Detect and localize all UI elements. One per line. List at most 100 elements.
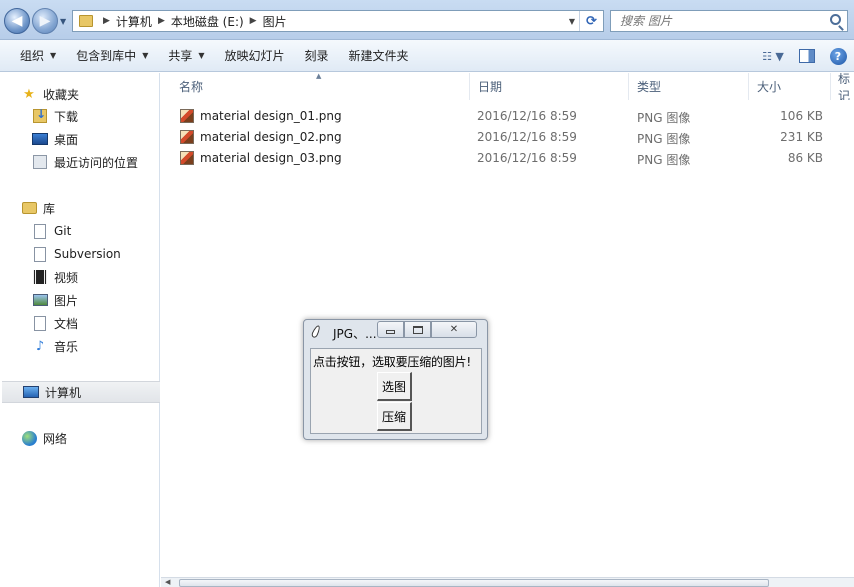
burn-button[interactable]: 刻录: [295, 44, 339, 68]
file-date: 2016/12/16 8:59: [477, 109, 577, 123]
back-button[interactable]: ◀: [4, 8, 30, 34]
chevron-down-icon: ▼: [198, 51, 205, 60]
sidebar-item-desktop[interactable]: 桌面: [0, 128, 160, 150]
search-icon[interactable]: [830, 14, 841, 25]
git-library-icon: [32, 223, 48, 239]
documents-icon: [32, 315, 48, 331]
dialog-titlebar[interactable]: JPG、... ✕: [304, 320, 487, 343]
column-header-tags[interactable]: 标记: [831, 73, 854, 100]
close-button[interactable]: ✕: [431, 321, 477, 338]
new-folder-button[interactable]: 新建文件夹: [339, 44, 419, 68]
organize-button[interactable]: 组织 ▼: [10, 44, 66, 68]
library-icon: [21, 200, 37, 216]
search-input[interactable]: [620, 14, 820, 28]
sidebar-item-computer[interactable]: 计算机: [2, 381, 160, 403]
file-row[interactable]: material design_01.png 2016/12/16 8:59 P…: [161, 106, 854, 127]
sidebar-label: 图片: [54, 293, 79, 308]
sidebar-label: 库: [43, 201, 56, 216]
column-label: 名称: [179, 80, 204, 94]
sidebar-item-downloads[interactable]: 下载: [0, 105, 160, 127]
sidebar-item-network[interactable]: 网络: [0, 427, 160, 449]
file-name: material design_03.png: [200, 151, 342, 165]
include-in-library-label: 包含到库中: [76, 49, 137, 63]
file-row[interactable]: material design_03.png 2016/12/16 8:59 P…: [161, 148, 854, 169]
sidebar-label: Subversion: [54, 247, 121, 261]
horizontal-scrollbar[interactable]: ◀: [161, 577, 854, 587]
refresh-icon[interactable]: ⟳: [579, 11, 603, 31]
star-icon: ★: [23, 86, 35, 102]
column-label: 大小: [757, 80, 782, 94]
search-box[interactable]: [610, 10, 848, 32]
file-type: PNG 图像: [637, 111, 691, 125]
sort-ascending-icon: ▲: [316, 72, 322, 80]
select-image-button[interactable]: 选图: [377, 372, 412, 401]
png-file-icon: [180, 130, 194, 144]
minimize-icon: [386, 329, 395, 334]
chevron-right-icon[interactable]: ▶: [250, 16, 257, 26]
column-header-size[interactable]: 大小: [749, 73, 831, 100]
sidebar-item-music[interactable]: ♪ 音乐: [0, 335, 160, 357]
column-header-type[interactable]: 类型: [629, 73, 749, 100]
sidebar-label: 音乐: [54, 339, 79, 354]
sidebar-label: 文档: [54, 316, 79, 331]
forward-button[interactable]: ▶: [32, 8, 58, 34]
minimize-button[interactable]: [377, 321, 404, 338]
file-name: material design_01.png: [200, 109, 342, 123]
sidebar-item-videos[interactable]: 视频: [0, 266, 160, 288]
maximize-button[interactable]: [404, 321, 431, 338]
change-view-icon[interactable]: ☷ ▼: [754, 44, 792, 68]
preview-pane-icon[interactable]: [792, 44, 822, 68]
breadcrumb-pictures[interactable]: 图片: [263, 13, 287, 30]
subversion-library-icon: [32, 246, 48, 262]
help-icon[interactable]: ?: [822, 44, 854, 68]
sidebar-label: 收藏夹: [43, 87, 80, 102]
column-header-name[interactable]: ▲ 名称: [161, 72, 470, 100]
file-size: 86 KB: [787, 151, 823, 165]
instruction-label: 点击按钮，选取要压缩的图片!: [313, 355, 472, 369]
scroll-left-icon[interactable]: ◀: [165, 578, 170, 586]
breadcrumb-drive[interactable]: 本地磁盘 (E:): [171, 13, 244, 30]
sidebar-item-pictures[interactable]: 图片: [0, 289, 160, 311]
sidebar-item-documents[interactable]: 文档: [0, 312, 160, 334]
file-date: 2016/12/16 8:59: [477, 151, 577, 165]
scrollbar-thumb[interactable]: [179, 579, 769, 587]
column-label: 标记: [838, 73, 851, 100]
sidebar-label: 桌面: [54, 132, 79, 147]
include-in-library-button[interactable]: 包含到库中 ▼: [66, 44, 158, 68]
command-bar: 组织 ▼ 包含到库中 ▼ 共享 ▼ 放映幻灯片 刻录 新建文件夹 ☷ ▼ ?: [0, 40, 854, 72]
png-file-icon: [180, 151, 194, 165]
downloads-folder-icon: [32, 107, 48, 124]
sidebar-item-favorites[interactable]: ★ 收藏夹: [0, 83, 160, 105]
file-name: material design_02.png: [200, 130, 342, 144]
compress-dialog: JPG、... ✕ 点击按钮，选取要压缩的图片! 选图 压缩: [303, 319, 488, 440]
file-type: PNG 图像: [637, 153, 691, 167]
music-note-icon: ♪: [35, 338, 45, 354]
sidebar-label: 视频: [54, 270, 79, 285]
file-date: 2016/12/16 8:59: [477, 130, 577, 144]
breadcrumb-computer[interactable]: 计算机: [116, 13, 152, 30]
file-type: PNG 图像: [637, 132, 691, 146]
address-field[interactable]: ▶ 计算机 ▶ 本地磁盘 (E:) ▶ 图片 ▼ ⟳: [72, 10, 604, 32]
sidebar-item-git[interactable]: Git: [0, 220, 160, 242]
maximize-icon: [412, 325, 423, 334]
dialog-body: 点击按钮，选取要压缩的图片! 选图 压缩: [310, 348, 482, 434]
sidebar-item-recent[interactable]: 最近访问的位置: [0, 151, 160, 173]
folder-icon: [79, 15, 93, 27]
desktop-icon: [32, 131, 48, 147]
share-button[interactable]: 共享 ▼: [158, 44, 214, 68]
chevron-right-icon[interactable]: ▶: [158, 16, 165, 26]
file-row[interactable]: material design_02.png 2016/12/16 8:59 P…: [161, 127, 854, 148]
close-icon: ✕: [449, 324, 459, 335]
chevron-right-icon[interactable]: ▶: [103, 16, 110, 26]
navigation-pane: ★ 收藏夹 下载 桌面 最近访问的位置 库 Git Subversion 视频 …: [0, 73, 160, 587]
png-file-icon: [180, 109, 194, 123]
column-header-date[interactable]: 日期: [470, 73, 629, 100]
address-history-dropdown-icon[interactable]: ▼: [569, 17, 575, 26]
sidebar-item-subversion[interactable]: Subversion: [0, 243, 160, 265]
share-label: 共享: [168, 49, 193, 63]
pictures-icon: [32, 292, 48, 308]
recent-pages-dropdown-icon[interactable]: ▼: [60, 17, 66, 26]
compress-button[interactable]: 压缩: [377, 402, 412, 431]
slideshow-button[interactable]: 放映幻灯片: [215, 44, 295, 68]
sidebar-item-libraries[interactable]: 库: [0, 197, 160, 219]
